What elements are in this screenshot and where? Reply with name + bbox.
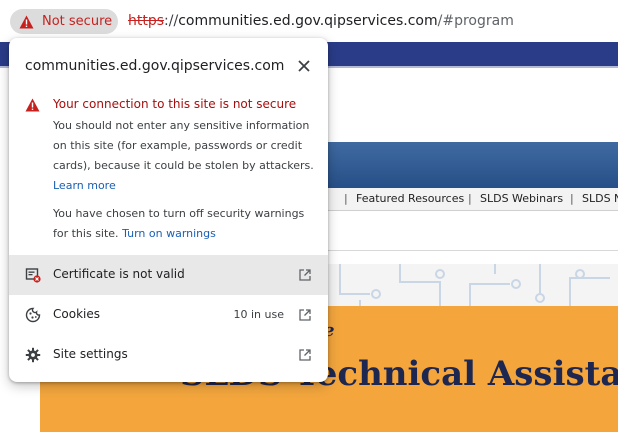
cookies-row-label: Cookies <box>53 307 100 321</box>
nav-item-slds-webinars[interactable]: SLDS Webinars <box>480 192 563 205</box>
certificate-row[interactable]: Certificate is not valid <box>9 255 328 295</box>
nav-separator: | <box>570 192 574 205</box>
cookies-count: 10 in use <box>233 308 285 321</box>
close-icon <box>298 60 310 72</box>
nav-separator: | <box>468 192 472 205</box>
connection-warning-title: Your connection to this site is not secu… <box>53 97 297 111</box>
site-settings-row-label: Site settings <box>53 347 128 361</box>
nav-item-slds[interactable]: SLDS N <box>582 192 618 205</box>
warnings-disabled-notice: You have chosen to turn off security war… <box>53 204 321 244</box>
warning-body-text: You should not enter any sensitive infor… <box>53 119 314 172</box>
not-secure-label: Not secure <box>42 14 113 29</box>
site-info-popup: communities.ed.gov.qipservices.com Your … <box>9 38 328 382</box>
nav-item-featured-resources[interactable]: Featured Resources <box>356 192 464 205</box>
address-bar: Not secure https://communities.ed.gov.qi… <box>0 0 618 42</box>
connection-warning-body: You should not enter any sensitive infor… <box>53 116 321 196</box>
url-host: communities.ed.gov.qipservices.com <box>178 13 438 29</box>
url-text[interactable]: https://communities.ed.gov.qipservices.c… <box>128 13 514 29</box>
certificate-row-label: Certificate is not valid <box>53 267 185 281</box>
site-settings-row[interactable]: Site settings <box>9 335 328 375</box>
certificate-invalid-icon <box>25 268 41 283</box>
warning-icon <box>25 98 40 112</box>
external-link-icon <box>299 309 311 321</box>
popup-site-host: communities.ed.gov.qipservices.com <box>25 58 285 74</box>
warning-icon <box>19 15 34 28</box>
cookies-row[interactable]: Cookies 10 in use <box>9 295 328 335</box>
url-scheme: https <box>128 13 165 29</box>
learn-more-link[interactable]: Learn more <box>53 179 116 192</box>
not-secure-chip[interactable]: Not secure <box>10 9 118 34</box>
external-link-icon <box>299 269 311 281</box>
turn-on-warnings-link[interactable]: Turn on warnings <box>122 227 216 240</box>
gear-icon <box>25 347 41 363</box>
cookie-icon <box>25 307 41 323</box>
external-link-icon <box>299 349 311 361</box>
url-path: /#program <box>437 13 514 29</box>
close-button[interactable] <box>293 55 315 77</box>
url-separator: :// <box>164 13 179 29</box>
nav-separator: | <box>344 192 348 205</box>
